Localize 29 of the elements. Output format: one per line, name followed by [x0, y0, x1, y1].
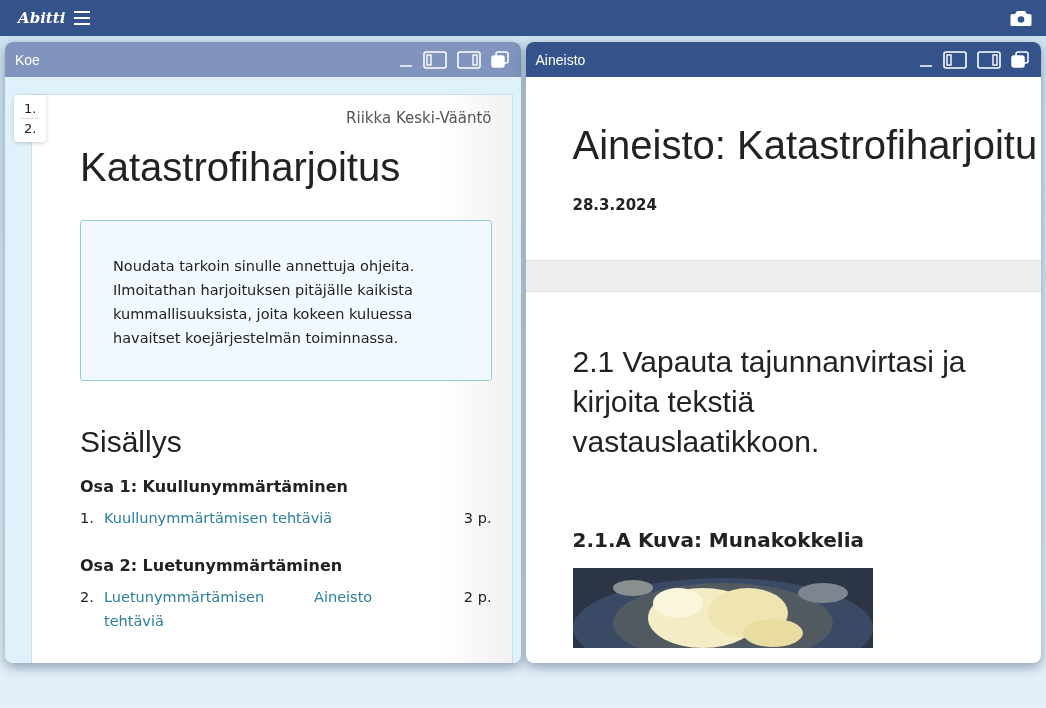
- dock-left-button[interactable]: [420, 48, 449, 71]
- dock-right-button[interactable]: [454, 48, 483, 71]
- question-link[interactable]: Kuullunymmärtämisen tehtäviä: [104, 506, 333, 530]
- restore-button[interactable]: [1009, 48, 1031, 71]
- author-name: Riikka Keski-Vääntö: [345, 109, 492, 127]
- contents-heading: Sisällys: [80, 425, 183, 459]
- question-link[interactable]: Luetunymmärtämisen tehtäviä: [104, 585, 314, 633]
- nav-item[interactable]: 1.: [20, 99, 41, 118]
- image-caption: 2.1.A Kuva: Munakokkelia: [572, 528, 866, 552]
- material-title: Aineisto: Katastrofiharjoitu: [572, 123, 1039, 168]
- logo: Abitti: [18, 9, 66, 27]
- material-link[interactable]: Aineisto: [314, 585, 373, 633]
- nav-item[interactable]: 2.: [20, 118, 41, 138]
- instructions-box: Noudata tarkoin sinulle annettuja ohjeita. Ilmoitathan harjoituksen pitäjälle kaikista kummallisuuksista, joita kokeen kuluessa havaitset koejärjestelmän toiminnassa.: [80, 220, 492, 381]
- points: 3 p.: [462, 509, 492, 528]
- minimize-icon: [919, 64, 933, 67]
- section-title: Osa 1: Kuullunymmärtäminen: [80, 477, 349, 496]
- window-title: Aineisto: [535, 51, 587, 68]
- window-title: Koe: [15, 51, 41, 68]
- exam-title: Katastrofiharjoitus: [80, 145, 402, 190]
- points: 2 p.: [462, 588, 492, 607]
- section-title: Osa 2: Luetunymmärtäminen: [80, 556, 344, 575]
- question-number: 1.: [80, 509, 95, 528]
- question-number: 2.: [80, 588, 95, 607]
- date: 28.3.2024: [572, 196, 658, 214]
- question-title: 2.1 Vapauta tajunnanvirtasi ja kirjoita tekstiä vastauslaatikkoon.: [572, 344, 967, 460]
- dock-left-button[interactable]: [941, 48, 969, 71]
- dock-right-button[interactable]: [975, 48, 1003, 71]
- minimize-icon: [398, 64, 413, 67]
